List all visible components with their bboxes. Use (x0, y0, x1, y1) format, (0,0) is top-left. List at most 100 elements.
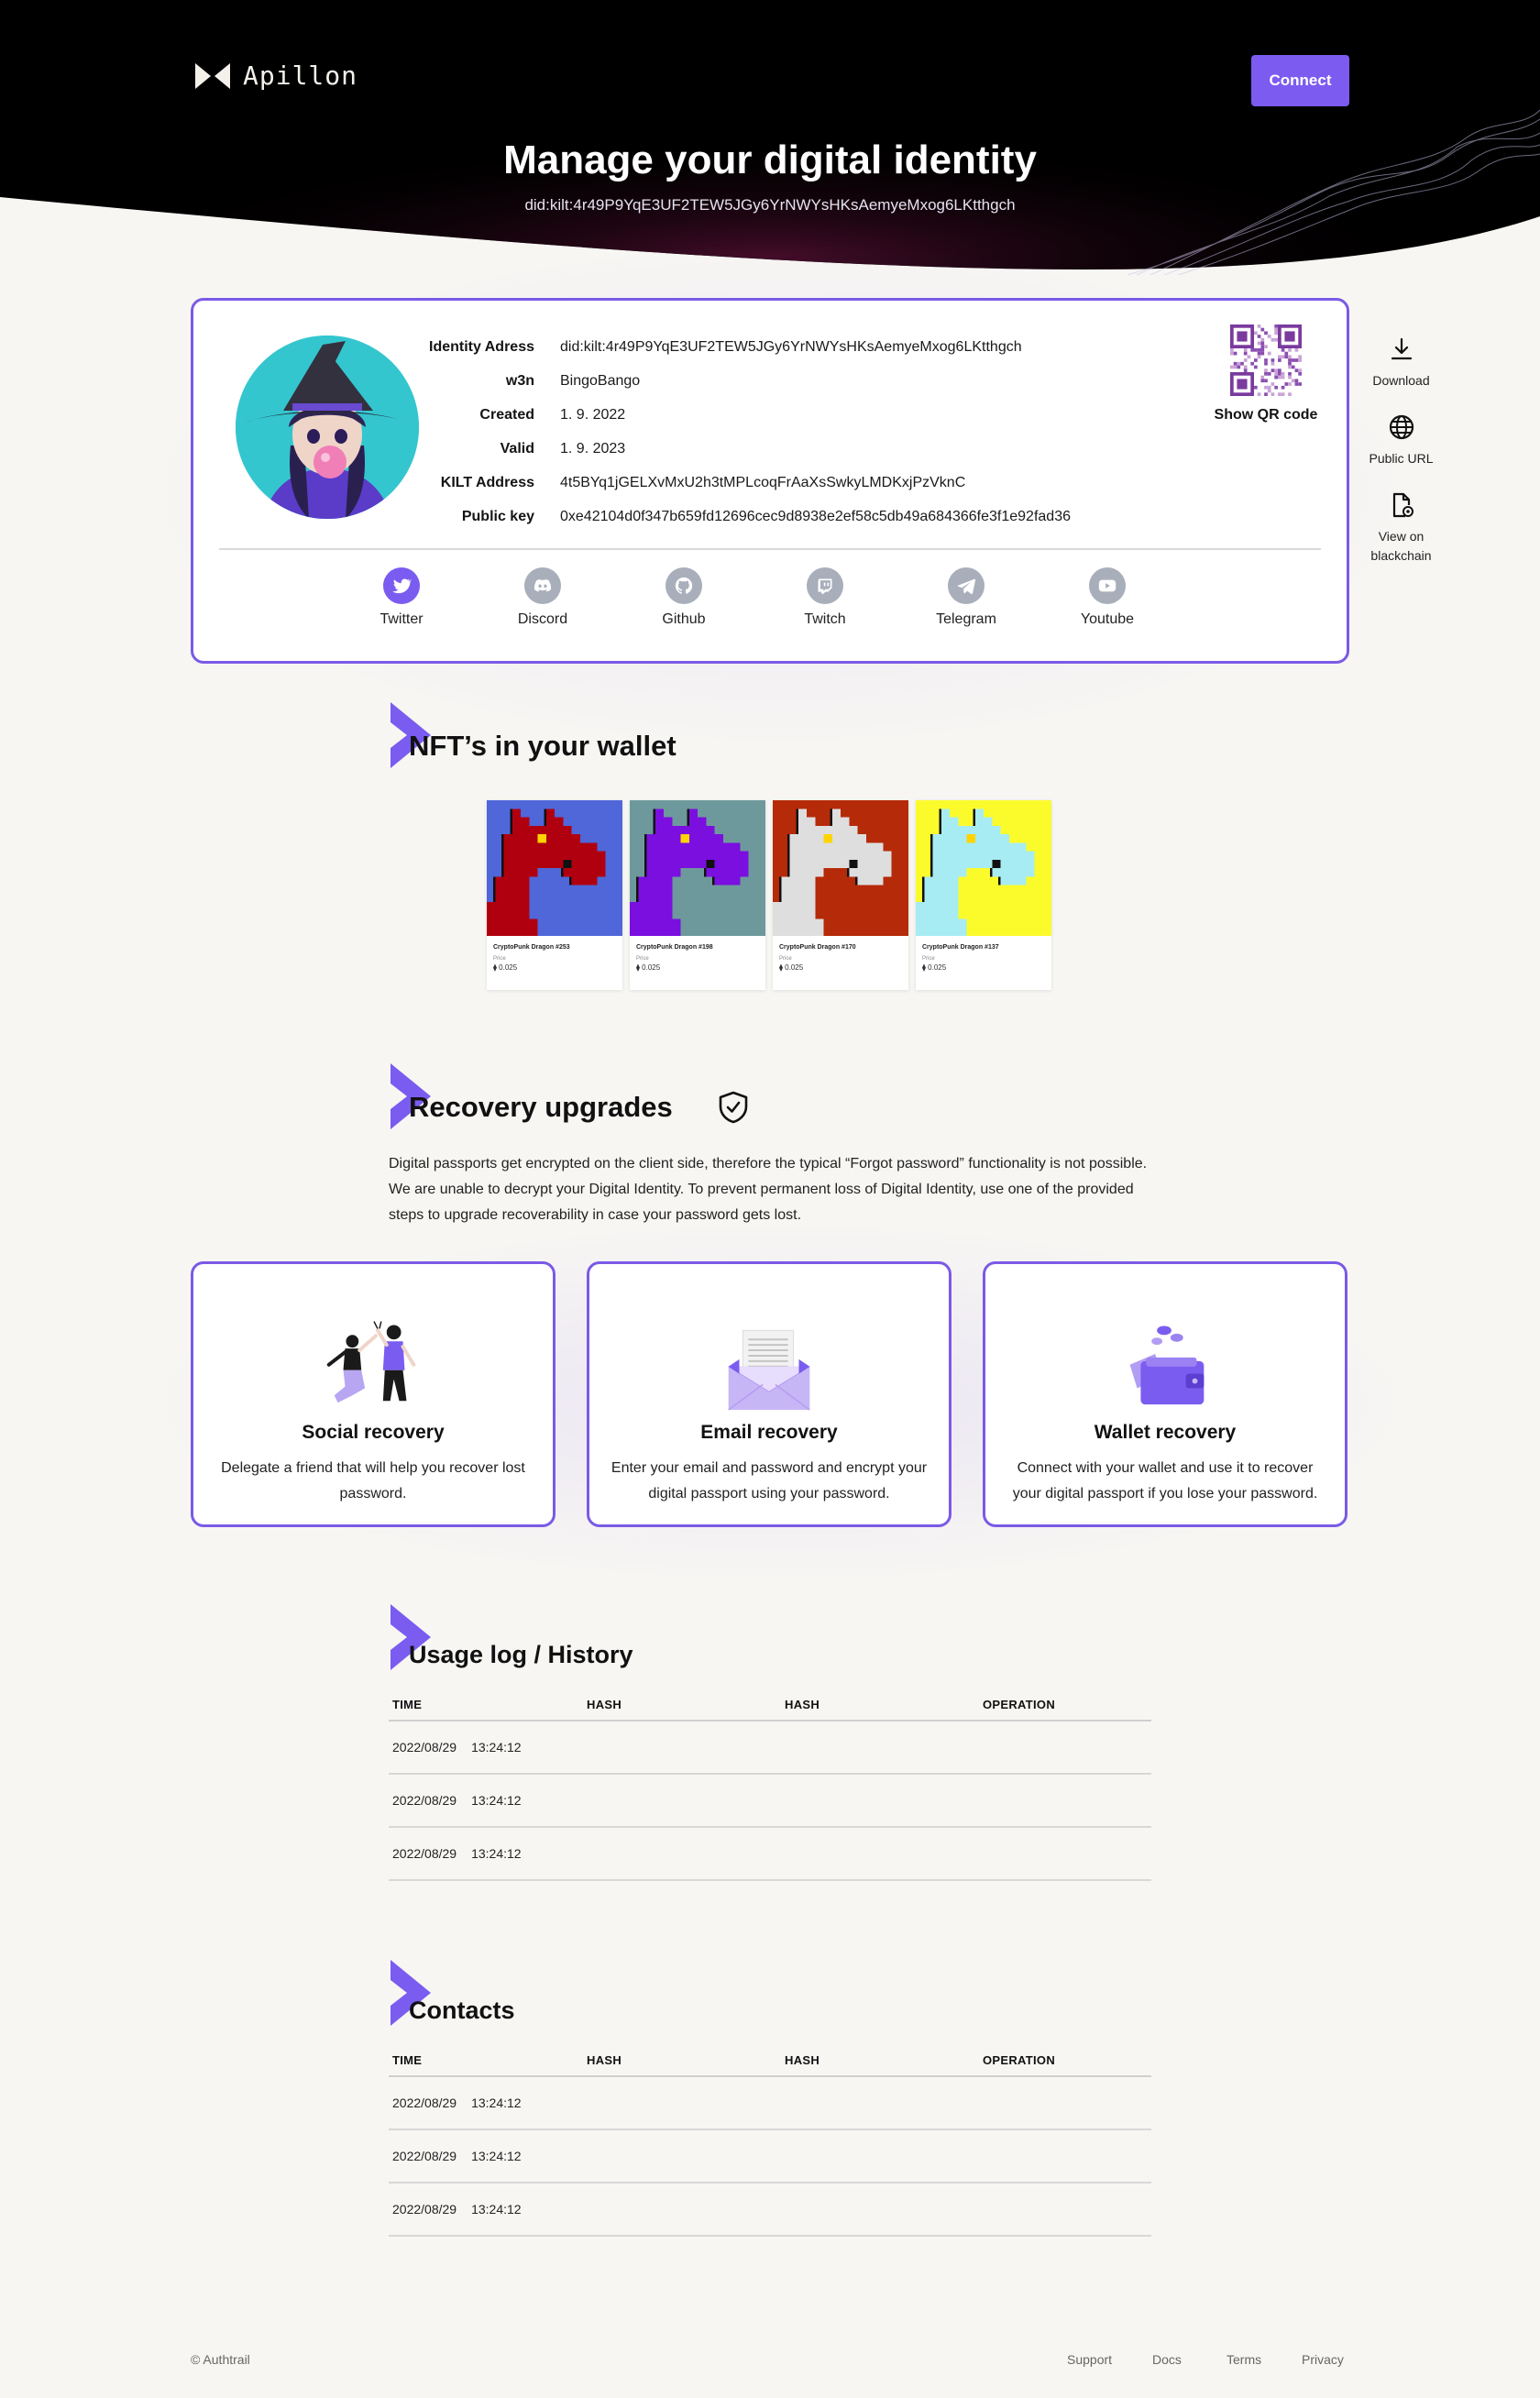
divider (219, 548, 1321, 550)
column-header: OPERATION (983, 1697, 1056, 1711)
nft-gallery: CryptoPunk Dragon #253 Price ⧫ 0.025 Cry… (487, 800, 1051, 990)
row-time: 13:24:12 (471, 2096, 522, 2110)
column-header: TIME (392, 1697, 423, 1711)
table-row: 2022/08/29 13:24:12 (389, 1722, 1151, 1775)
nft-name: CryptoPunk Dragon #198 (636, 944, 713, 951)
globe-icon (1389, 414, 1414, 440)
bowtie-logo-icon (195, 62, 230, 89)
download-icon (1391, 337, 1412, 360)
nft-card[interactable]: CryptoPunk Dragon #198 Price ⧫ 0.025 (630, 800, 765, 990)
social-twitter[interactable]: Twitter (342, 567, 461, 628)
brand-name: Apillon (243, 60, 358, 91)
column-header: OPERATION (983, 2052, 1056, 2067)
created-label: Created (479, 406, 534, 423)
created-value: 1. 9. 2022 (560, 406, 626, 423)
valid-label: Valid (500, 440, 534, 456)
identity-address-label: Identity Adress (429, 338, 534, 355)
identity-row: Valid 1. 9. 2023 (377, 432, 1071, 466)
social-twitch[interactable]: Twitch (765, 567, 885, 628)
recovery-card-title: Wallet recovery (1094, 1422, 1237, 1443)
nft-image (916, 800, 1051, 936)
recovery-card-title: Email recovery (700, 1422, 838, 1443)
side-actions: Download Public URL View on blackchain (1353, 335, 1449, 588)
public-key-label: Public key (461, 508, 534, 524)
identity-card: Identity Adress did:kilt:4r49P9YqE3UF2TE… (191, 298, 1349, 664)
nft-price: ⧫ 0.025 (636, 963, 661, 972)
usage-log-table: TIME HASH HASH OPERATION 2022/08/29 13:24… (389, 1688, 1151, 1881)
social-label: Twitch (804, 611, 846, 627)
nft-price-label: Price (922, 956, 935, 962)
telegram-icon (948, 567, 984, 604)
qr-code-icon (1230, 324, 1302, 396)
footer-link-privacy[interactable]: Privacy (1302, 2352, 1344, 2367)
view-on-blockchain-button[interactable]: View on blackchain (1353, 490, 1449, 566)
nft-price-label: Price (493, 956, 506, 962)
high-five-illustration (326, 1321, 416, 1403)
row-date: 2022/08/29 (392, 2202, 457, 2216)
nft-price-label: Price (636, 956, 649, 962)
nft-card[interactable]: CryptoPunk Dragon #170 Price ⧫ 0.025 (773, 800, 908, 990)
github-icon (666, 567, 702, 604)
public-key-value: 0xe42104d0f347b659fd12696cec9d8938e2ef58… (560, 508, 1071, 524)
recovery-card-title: Social recovery (302, 1422, 445, 1443)
row-date: 2022/08/29 (392, 2096, 457, 2110)
footer-link-support[interactable]: Support (1067, 2352, 1146, 2367)
shield-check-icon (719, 1091, 748, 1124)
identity-row: Identity Adress did:kilt:4r49P9YqE3UF2TE… (377, 330, 1071, 364)
social-recovery-card[interactable]: Social recovery Delegate a friend that w… (191, 1261, 556, 1527)
download-label: Download (1372, 373, 1430, 388)
w3n-label: w3n (505, 372, 534, 389)
kilt-address-label: KILT Address (440, 474, 534, 490)
table-row: 2022/08/29 13:24:12 (389, 2184, 1151, 2237)
footer-copyright: © Authtrail (191, 2352, 250, 2367)
nft-card[interactable]: CryptoPunk Dragon #137 Price ⧫ 0.025 (916, 800, 1051, 990)
connect-button[interactable]: Connect (1251, 55, 1349, 106)
contacts-title: Contacts (409, 1996, 515, 2024)
social-telegram[interactable]: Telegram (907, 567, 1026, 628)
contacts-table: TIME HASH HASH OPERATION 2022/08/29 13:24… (389, 2044, 1151, 2237)
wallet-recovery-card[interactable]: Wallet recovery Connect with your wallet… (983, 1261, 1348, 1527)
recovery-description: Digital passports get encrypted on the c… (389, 1156, 1148, 1223)
column-header: HASH (785, 2052, 820, 2067)
nft-section-title: NFT’s in your wallet (409, 730, 676, 762)
social-label: Telegram (936, 611, 996, 627)
download-button[interactable]: Download (1353, 335, 1449, 390)
discord-icon (524, 567, 561, 604)
footer-link-terms[interactable]: Terms (1226, 2352, 1302, 2367)
w3n-value: BingoBango (560, 372, 641, 389)
column-header: HASH (785, 1697, 820, 1711)
social-github[interactable]: Github (624, 567, 743, 628)
table-row: 2022/08/29 13:24:12 (389, 1775, 1151, 1828)
row-time: 13:24:12 (471, 2149, 522, 2163)
nft-name: CryptoPunk Dragon #253 (493, 944, 570, 951)
social-youtube[interactable]: Youtube (1048, 567, 1167, 628)
social-label: Youtube (1080, 611, 1135, 627)
qr-code-button[interactable]: Show QR code (1206, 324, 1326, 424)
social-label: Github (662, 611, 706, 627)
row-time: 13:24:12 (471, 1793, 522, 1808)
identity-details: Identity Adress did:kilt:4r49P9YqE3UF2TE… (377, 330, 1071, 534)
table-row: 2022/08/29 13:24:12 (389, 2130, 1151, 2184)
row-date: 2022/08/29 (392, 2149, 457, 2163)
hero-did: did:kilt:4r49P9YqE3UF2TEW5JGy6YrNWYsHKsA… (524, 196, 1016, 214)
public-url-label: Public URL (1369, 451, 1434, 466)
row-date: 2022/08/29 (392, 1793, 457, 1808)
youtube-icon (1089, 567, 1126, 604)
table-header: TIME HASH HASH OPERATION (389, 2044, 1151, 2077)
row-date: 2022/08/29 (392, 1740, 457, 1754)
hero-header: Apillon Connect Manage your digital iden… (0, 0, 1540, 275)
recovery-card-desc: Enter your email and password and encryp… (610, 1460, 928, 1502)
email-recovery-card[interactable]: Email recovery Enter your email and pass… (587, 1261, 952, 1527)
envelope-illustration (728, 1329, 810, 1411)
nft-price-label: Price (779, 956, 792, 962)
social-discord[interactable]: Discord (483, 567, 602, 628)
identity-row: KILT Address 4t5BYq1jGELXvMxU2h3tMPLcoqF… (377, 466, 1071, 500)
apillon-logo[interactable]: Apillon (195, 60, 358, 91)
nft-card[interactable]: CryptoPunk Dragon #253 Price ⧫ 0.025 (487, 800, 622, 990)
valid-value: 1. 9. 2023 (560, 440, 626, 456)
row-date: 2022/08/29 (392, 1846, 457, 1861)
recovery-card-desc: Connect with your wallet and use it to r… (1012, 1460, 1318, 1502)
recovery-card-desc: Delegate a friend that will help you rec… (221, 1460, 525, 1502)
footer-link-docs[interactable]: Docs (1152, 2352, 1221, 2367)
public-url-button[interactable]: Public URL (1353, 412, 1449, 468)
